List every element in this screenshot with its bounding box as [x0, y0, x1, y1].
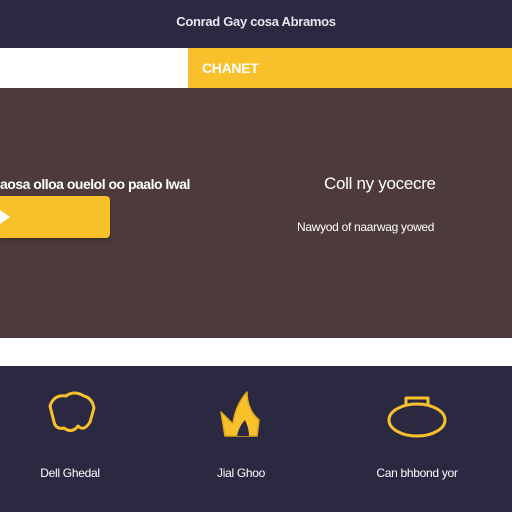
play-icon: [0, 210, 10, 224]
feature-label: Dell Ghedal: [40, 466, 100, 480]
hero-subtitle: Nawyod of naarwag yowed: [297, 220, 435, 234]
feature-item[interactable]: Can bhbond yor: [347, 386, 487, 496]
features-section: Dell Ghedal Jial Ghoo Can bhbond yor: [0, 366, 512, 512]
feature-label: Can bhbond yor: [376, 466, 458, 480]
hero-left-text: aosa olloa ouelol oo paalo lwal: [0, 176, 190, 192]
nav-tab-active[interactable]: CHANET: [188, 48, 512, 88]
site-title: Conrad Gay cosa Abramos: [176, 14, 336, 29]
divider-band: [0, 338, 512, 366]
feature-item[interactable]: Jial Ghoo: [171, 386, 311, 496]
hero-title: Coll ny yocecre: [324, 174, 436, 193]
nav-tab-label: CHANET: [202, 60, 259, 76]
hero-cta-button[interactable]: [0, 196, 110, 238]
feature-item[interactable]: Dell Ghedal: [0, 386, 140, 496]
ring-icon: [387, 396, 447, 438]
flame-icon: [220, 391, 260, 437]
feature-label: Jial Ghoo: [217, 466, 265, 480]
shield-icon: [48, 391, 96, 433]
top-bar: Conrad Gay cosa Abramos: [0, 0, 512, 48]
nav-bar: CHANET: [0, 48, 512, 88]
hero-section: aosa olloa ouelol oo paalo lwal Coll ny …: [0, 88, 512, 338]
